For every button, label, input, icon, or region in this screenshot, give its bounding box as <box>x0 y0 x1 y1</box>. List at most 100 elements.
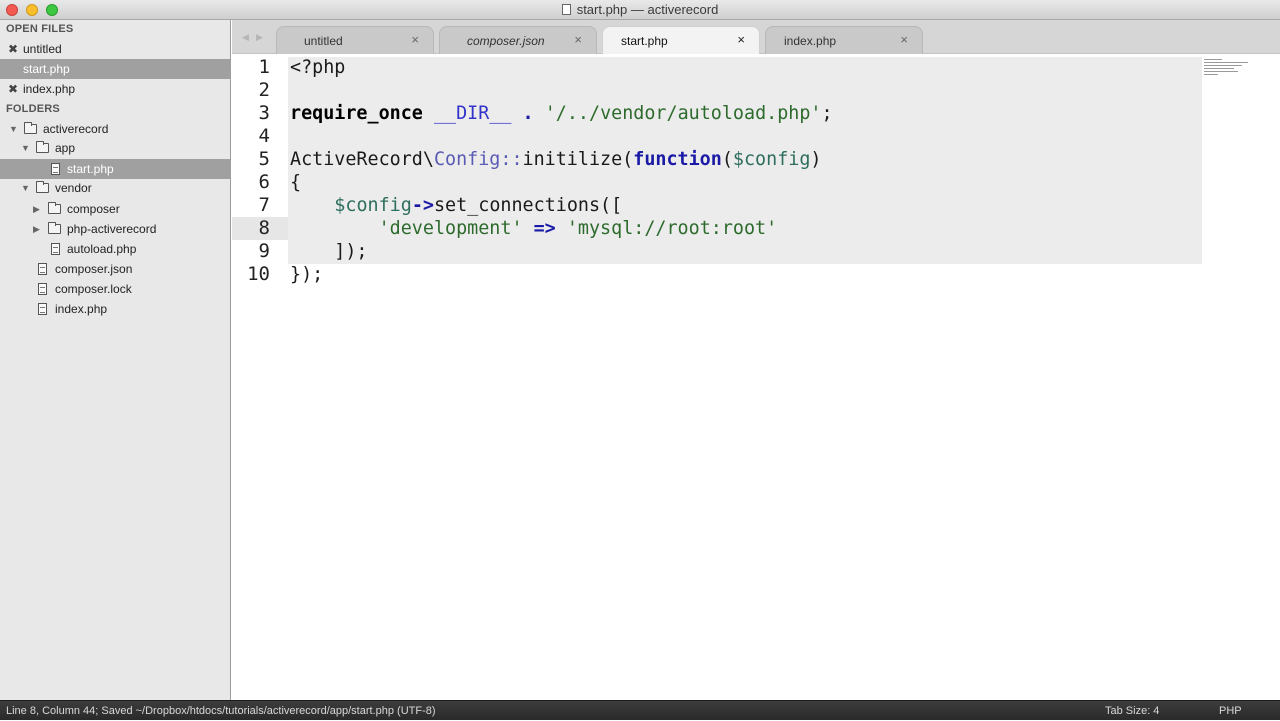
open-file-label: index.php <box>23 82 76 96</box>
document-icon <box>561 4 571 15</box>
open-file-start-php[interactable]: start.php <box>0 59 231 79</box>
line-number: 1 <box>258 56 270 78</box>
tab-composer-json[interactable]: composer.json × <box>439 26 597 54</box>
code-line[interactable]: <?php <box>290 56 345 79</box>
code-token: $config <box>732 149 811 170</box>
tree-folder-vendor[interactable]: ▼ vendor <box>0 178 231 198</box>
tab-close-icon[interactable]: × <box>737 32 745 47</box>
tab-close-icon[interactable]: × <box>574 32 582 47</box>
line-number: 8 <box>258 217 270 239</box>
code-line[interactable]: { <box>290 171 301 194</box>
disclosure-open-icon[interactable]: ▼ <box>9 119 18 139</box>
disclosure-closed-icon[interactable]: ▶ <box>33 219 40 239</box>
code-token: Config:: <box>433 149 523 170</box>
code-editor[interactable]: 1 2 3 4 5 6 7 8 9 10 <?php require_once __DIR__ . … <box>232 54 1280 700</box>
tab-label: composer.json <box>467 34 545 48</box>
line-number: 2 <box>258 79 270 101</box>
open-file-index-php[interactable]: ✖ index.php <box>0 79 231 99</box>
code-token: => <box>533 218 556 239</box>
tab-index-php[interactable]: index.php × <box>765 26 923 54</box>
status-bar: Line 8, Column 44; Saved ~/Dropbox/htdoc… <box>0 700 1280 720</box>
code-token: set_connections([ <box>433 195 623 216</box>
tree-label: start.php <box>67 162 114 176</box>
sidebar: OPEN FILES ✖ untitled start.php ✖ index.… <box>0 20 231 700</box>
tab-size-selector[interactable]: Tab Size: 4 <box>1105 701 1159 721</box>
open-files-header: OPEN FILES <box>6 23 74 35</box>
tree-file-composer-json[interactable]: composer.json <box>0 259 231 279</box>
tab-label: untitled <box>304 34 343 48</box>
status-message: Line 8, Column 44; Saved ~/Dropbox/htdoc… <box>6 705 436 717</box>
disclosure-open-icon[interactable]: ▼ <box>21 138 30 158</box>
tree-label: composer.json <box>55 262 133 276</box>
open-file-untitled[interactable]: ✖ untitled <box>0 39 231 59</box>
tab-back-arrow-icon[interactable]: ◀ <box>242 32 249 43</box>
tree-file-start-php[interactable]: start.php <box>0 159 231 179</box>
file-icon <box>51 243 60 255</box>
close-file-icon[interactable]: ✖ <box>8 79 18 99</box>
code-token: <?php <box>290 57 346 78</box>
code-line[interactable]: ]); <box>290 240 368 263</box>
tree-file-composer-lock[interactable]: composer.lock <box>0 279 231 299</box>
folder-icon <box>36 141 49 153</box>
tree-folder-composer[interactable]: ▶ composer <box>0 199 231 219</box>
code-line[interactable]: require_once __DIR__ . '/../vendor/autol… <box>290 102 833 125</box>
tree-label: composer.lock <box>55 282 132 296</box>
folder-icon <box>48 222 61 234</box>
code-line[interactable]: }); <box>290 263 323 286</box>
line-number: 4 <box>258 125 270 147</box>
code-token: ]); <box>290 241 368 262</box>
tree-folder-activerecord[interactable]: ▼ activerecord <box>0 119 231 139</box>
tree-file-index-php[interactable]: index.php <box>0 299 231 319</box>
tab-untitled[interactable]: untitled × <box>276 26 434 54</box>
code-token: __DIR__ <box>433 103 512 124</box>
code-token: { <box>290 172 302 193</box>
open-file-label: untitled <box>23 42 62 56</box>
tree-label: composer <box>67 202 120 216</box>
code-token: . <box>522 103 534 124</box>
tree-folder-app[interactable]: ▼ app <box>0 138 231 158</box>
file-icon <box>51 163 60 175</box>
folder-icon <box>24 122 37 134</box>
tree-label: app <box>55 141 76 155</box>
syntax-selector[interactable]: PHP <box>1219 701 1242 721</box>
window-title-wrap: start.php — activerecord <box>0 2 1280 17</box>
file-icon <box>38 303 47 315</box>
code-line[interactable]: 'development' => 'mysql://root:root' <box>290 217 778 240</box>
line-number: 5 <box>258 148 270 170</box>
open-file-label: start.php <box>23 62 70 76</box>
tree-folder-php-activerecord[interactable]: ▶ php-activerecord <box>0 219 231 239</box>
line-number: 6 <box>258 171 270 193</box>
minimap[interactable] <box>1202 57 1252 79</box>
tab-close-icon[interactable]: × <box>900 32 908 47</box>
line-number: 10 <box>247 263 270 285</box>
code-line[interactable]: ActiveRecord\Config::initilize(function(… <box>290 148 822 171</box>
tree-label: vendor <box>55 181 92 195</box>
tab-start-php[interactable]: start.php × <box>602 26 760 55</box>
code-token: initilize( <box>522 149 634 170</box>
code-token: -> <box>411 195 434 216</box>
tree-label: autoload.php <box>67 242 137 256</box>
close-file-icon[interactable]: ✖ <box>8 39 18 59</box>
file-icon <box>38 263 47 275</box>
tree-label: php-activerecord <box>67 222 157 236</box>
tab-label: index.php <box>784 34 837 48</box>
code-token: require_once <box>290 103 423 124</box>
disclosure-open-icon[interactable]: ▼ <box>21 178 30 198</box>
tab-forward-arrow-icon[interactable]: ▶ <box>256 32 263 43</box>
folders-header: FOLDERS <box>6 103 60 115</box>
window-title: start.php — activerecord <box>576 2 719 17</box>
disclosure-closed-icon[interactable]: ▶ <box>33 199 40 219</box>
code-token: function <box>633 149 722 170</box>
tree-file-autoload-php[interactable]: autoload.php <box>0 239 231 259</box>
code-line[interactable]: $config->set_connections([ <box>290 194 622 217</box>
tab-close-icon[interactable]: × <box>411 32 419 47</box>
code-token: 'mysql://root:root' <box>566 218 778 239</box>
file-icon <box>38 283 47 295</box>
folder-icon <box>48 202 61 214</box>
